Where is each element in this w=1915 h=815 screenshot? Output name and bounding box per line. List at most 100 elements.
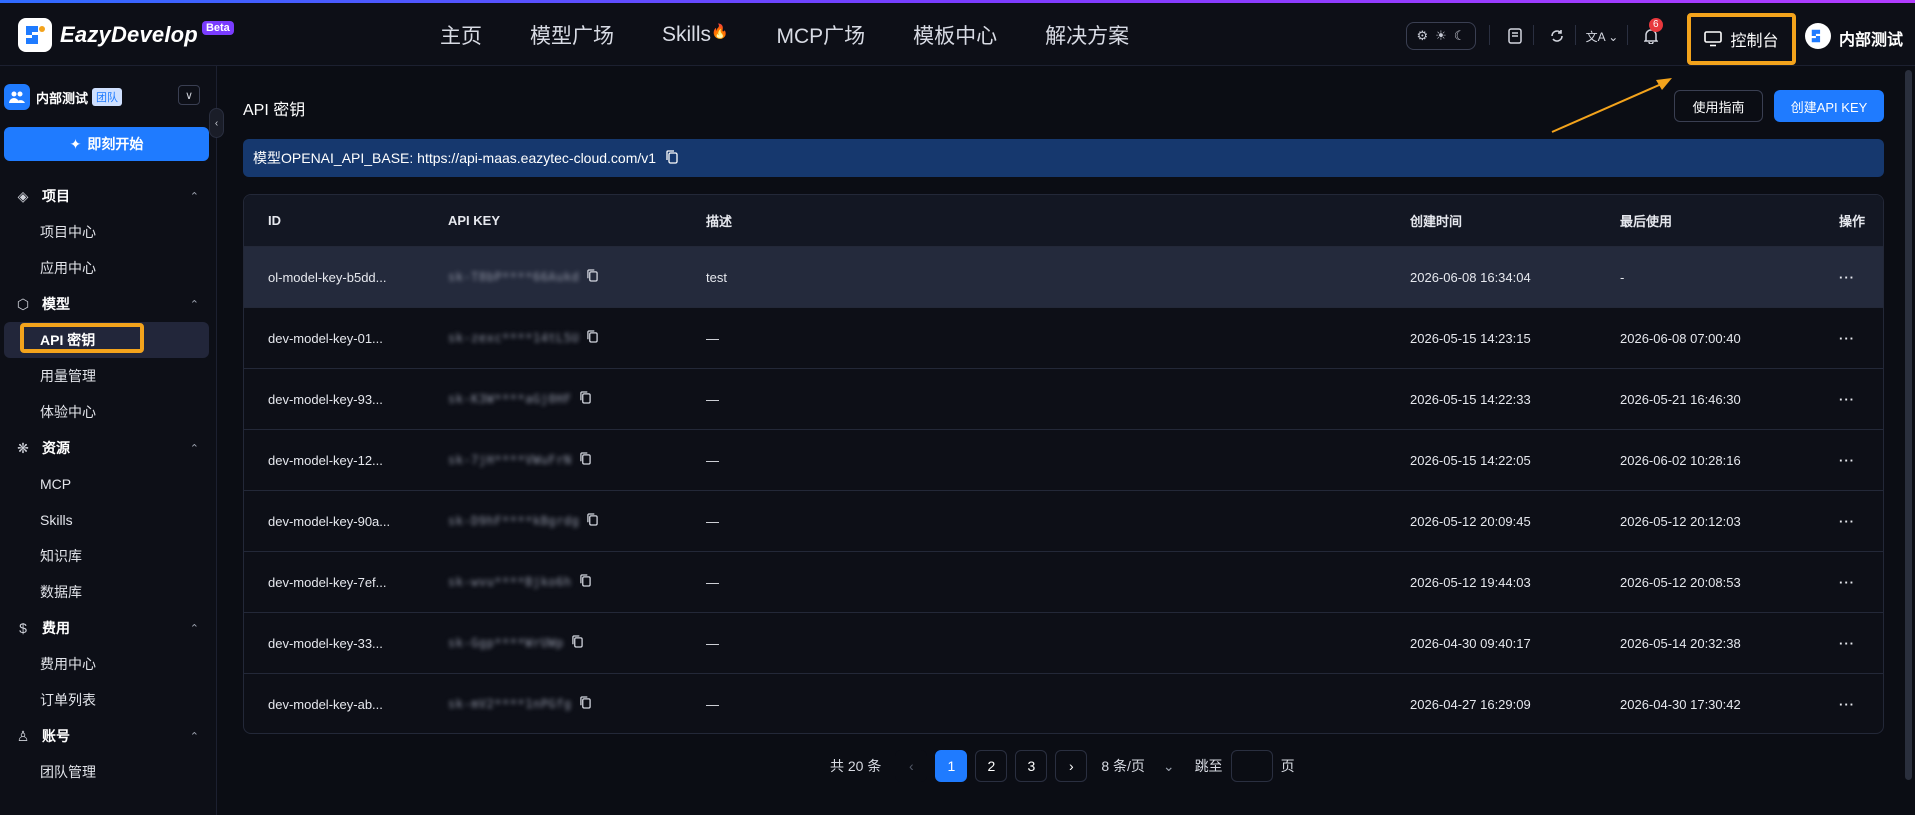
more-actions-icon[interactable]: ···: [1839, 514, 1855, 529]
table-row[interactable]: dev-model-key-93... sk-K3W****aGj0HF — 2026…: [244, 369, 1883, 430]
table-body: ol-model-key-b5dd... sk-T8bP****66Aukd tes…: [244, 247, 1883, 733]
more-actions-icon[interactable]: ···: [1839, 453, 1855, 468]
nav-home[interactable]: 主页: [440, 20, 482, 50]
cell-created: 2026-05-15 14:23:15: [1410, 330, 1531, 346]
copy-icon[interactable]: [579, 452, 591, 468]
docs-icon[interactable]: [1503, 24, 1527, 48]
user-icon: ♙: [16, 727, 30, 744]
prev-page-button[interactable]: ‹: [895, 750, 928, 782]
theme-toggle[interactable]: ⚙ ☀ ☾: [1406, 22, 1476, 50]
atom-icon: ❋: [17, 439, 29, 456]
cell-last-used: 2026-05-12 20:12:03: [1620, 513, 1741, 529]
cell-description: —: [706, 635, 719, 651]
table-row[interactable]: dev-model-key-12... sk-7jH****VWuFrN — 2026…: [244, 430, 1883, 491]
nav-model-plaza[interactable]: 模型广场: [530, 20, 614, 50]
column-header-last-used: 最后使用: [1620, 214, 1673, 229]
cell-last-used: 2026-06-08 07:00:40: [1620, 330, 1741, 346]
more-actions-icon[interactable]: ···: [1839, 331, 1855, 346]
user-name[interactable]: 内部测试: [1839, 26, 1903, 50]
table-row[interactable]: dev-model-key-90a... sk-D9hF****kBgrdg — 20…: [244, 491, 1883, 552]
moon-icon[interactable]: ☾: [1454, 28, 1466, 44]
menu-group-resources[interactable]: ❋ 资源 ⌃: [0, 430, 217, 466]
table-row[interactable]: dev-model-key-ab... sk-mV2****1nPGfg — 2026…: [244, 674, 1883, 733]
more-actions-icon[interactable]: ···: [1839, 270, 1855, 285]
masked-key: sk-D9hF****kBgrdg: [448, 513, 580, 528]
sidebar-item-team-management[interactable]: 团队管理: [0, 754, 217, 790]
start-now-button[interactable]: ✦ 即刻开始: [4, 127, 209, 161]
cell-api-key: sk-Ggp****WrUWp: [448, 635, 583, 652]
bell-icon[interactable]: 6: [1639, 18, 1663, 48]
nav-solutions[interactable]: 解决方案: [1045, 20, 1129, 50]
menu-group-label: 资源: [42, 440, 70, 456]
table-row[interactable]: dev-model-key-33... sk-Ggp****WrUWp — 2026-…: [244, 613, 1883, 674]
chevron-up-icon: ⌃: [189, 298, 199, 311]
cell-last-used: -: [1620, 269, 1625, 285]
create-api-key-button[interactable]: 创建API KEY: [1774, 90, 1884, 122]
brand-logo[interactable]: EazyDevelop Beta: [18, 18, 234, 52]
cell-api-key: sk-D9hF****kBgrdg: [448, 513, 599, 530]
menu-group-model[interactable]: ⬡ 模型 ⌃: [0, 286, 217, 322]
table-row[interactable]: dev-model-key-7ef... sk-wvu****Bjko6h — 202…: [244, 552, 1883, 613]
sun-icon[interactable]: ☀: [1435, 28, 1447, 44]
cell-created: 2026-04-27 16:29:09: [1410, 696, 1531, 712]
sidebar-collapse-toggle[interactable]: ‹: [209, 108, 224, 138]
avatar[interactable]: [1805, 23, 1831, 49]
settings-icon[interactable]: ⚙: [1417, 28, 1429, 44]
nav-skills[interactable]: Skills🔥: [662, 23, 728, 47]
more-actions-icon[interactable]: ···: [1839, 575, 1855, 590]
sidebar-item-skills[interactable]: Skills: [0, 502, 217, 538]
team-switcher[interactable]: 内部测试 团队 ∨: [4, 82, 200, 112]
sidebar-item-billing-center[interactable]: 费用中心: [0, 646, 217, 682]
usage-guide-button[interactable]: 使用指南: [1674, 90, 1763, 122]
more-actions-icon[interactable]: ···: [1839, 636, 1855, 651]
language-icon[interactable]: 文A ⌄: [1585, 24, 1619, 48]
sidebar-item-database[interactable]: 数据库: [0, 574, 217, 610]
cell-last-used: 2026-06-02 10:28:16: [1620, 452, 1741, 468]
copy-icon[interactable]: [587, 513, 599, 529]
copy-icon[interactable]: [579, 696, 591, 712]
masked-key: sk-mV2****1nPGfg: [448, 696, 572, 711]
table-row[interactable]: dev-model-key-01... sk-zexc****14tL5U — 202…: [244, 308, 1883, 369]
cell-api-key: sk-zexc****14tL5U: [448, 330, 599, 347]
menu-group-project[interactable]: ◈ 项目 ⌃: [0, 178, 217, 214]
masked-key: sk-7jH****VWuFrN: [448, 452, 572, 467]
copy-icon[interactable]: [579, 391, 591, 407]
sidebar-item-mcp[interactable]: MCP: [0, 466, 217, 502]
more-actions-icon[interactable]: ···: [1839, 392, 1855, 407]
chevron-down-icon[interactable]: ∨: [178, 85, 200, 105]
jump-page-input[interactable]: [1230, 750, 1273, 782]
copy-icon[interactable]: [587, 269, 599, 285]
sync-icon[interactable]: [1545, 24, 1569, 48]
sidebar-item-app-center[interactable]: 应用中心: [0, 250, 217, 286]
team-tag: 团队: [92, 88, 123, 106]
copy-icon[interactable]: [666, 149, 678, 167]
sidebar-item-usage[interactable]: 用量管理: [0, 358, 217, 394]
console-button[interactable]: 控制台: [1687, 13, 1796, 65]
next-page-button[interactable]: ›: [1055, 750, 1088, 782]
menu-group-billing[interactable]: $ 费用 ⌃: [0, 610, 217, 646]
chevron-up-icon: ⌃: [189, 190, 199, 203]
sidebar-item-orders[interactable]: 订单列表: [0, 682, 217, 718]
page-size-select[interactable]: 8 条/页 ⌄: [1101, 756, 1174, 776]
nav-mcp-plaza[interactable]: MCP广场: [776, 20, 865, 50]
copy-icon[interactable]: [572, 635, 583, 651]
page-button[interactable]: 3: [1015, 750, 1048, 782]
masked-key: sk-T8bP****66Aukd: [448, 269, 580, 284]
menu-group-account[interactable]: ♙ 账号 ⌃: [0, 718, 217, 754]
copy-icon[interactable]: [587, 330, 599, 346]
page-button[interactable]: 2: [975, 750, 1008, 782]
logo-icon: [18, 18, 52, 52]
nav-templates[interactable]: 模板中心: [913, 20, 997, 50]
sidebar-item-project-center[interactable]: 项目中心: [0, 214, 217, 250]
page-button[interactable]: 1: [935, 750, 968, 782]
chevron-down-icon: ⌄: [1162, 758, 1175, 774]
page-scrollbar[interactable]: [1905, 70, 1912, 780]
copy-icon[interactable]: [579, 574, 591, 590]
table-row[interactable]: ol-model-key-b5dd... sk-T8bP****66Aukd tes…: [244, 247, 1883, 308]
sidebar-item-playground[interactable]: 体验中心: [0, 394, 217, 430]
sidebar-item-knowledge[interactable]: 知识库: [0, 538, 217, 574]
cell-last-used: 2026-05-21 16:46:30: [1620, 391, 1741, 407]
more-actions-icon[interactable]: ···: [1839, 697, 1855, 712]
page-title: API 密钥: [243, 102, 306, 119]
sidebar-item-api-keys[interactable]: API 密钥: [4, 322, 209, 358]
